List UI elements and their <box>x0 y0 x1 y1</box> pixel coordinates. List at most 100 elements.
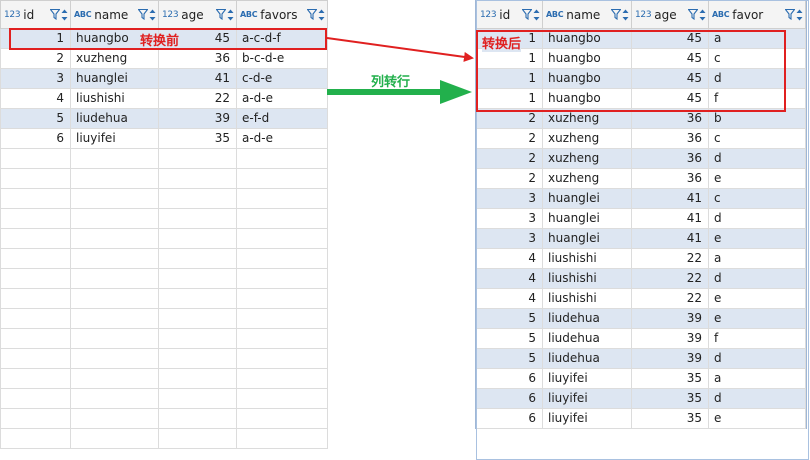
cell-name[interactable]: liuyifei <box>70 128 159 149</box>
column-header-name[interactable]: ABC name <box>542 0 632 29</box>
filter-icon[interactable] <box>138 9 148 20</box>
cell-id[interactable]: 3 <box>476 188 543 209</box>
cell-favor[interactable]: d <box>708 268 806 289</box>
column-header-id[interactable]: 123 id <box>476 0 543 29</box>
filter-icon[interactable] <box>307 9 317 20</box>
cell-name[interactable]: huanglei <box>542 228 632 249</box>
cell-name[interactable]: xuzheng <box>542 108 632 129</box>
cell-age[interactable]: 35 <box>631 388 709 409</box>
cell-favor[interactable]: d <box>708 148 806 169</box>
table-row[interactable]: 4 liushishi 22 a <box>476 248 806 269</box>
table-row[interactable]: 2 xuzheng 36 b <box>476 108 806 129</box>
cell-age[interactable]: 39 <box>631 328 709 349</box>
cell-age[interactable]: 41 <box>631 208 709 229</box>
cell-favors[interactable]: a-d-e <box>236 88 328 109</box>
cell-id[interactable]: 5 <box>476 328 543 349</box>
cell-favor[interactable]: d <box>708 208 806 229</box>
cell-id[interactable]: 3 <box>0 68 71 89</box>
cell-age[interactable]: 45 <box>631 48 709 69</box>
filter-icon[interactable] <box>50 9 60 20</box>
table-row[interactable]: 1 huangbo 45 d <box>476 68 806 89</box>
cell-name[interactable]: huanglei <box>542 208 632 229</box>
sort-icon[interactable] <box>622 9 629 21</box>
sort-icon[interactable] <box>699 9 706 21</box>
table-row[interactable]: 1 huangbo 45 a <box>476 28 806 49</box>
table-row[interactable]: 3 huanglei 41 c <box>476 188 806 209</box>
cell-id[interactable]: 5 <box>476 348 543 369</box>
cell-favor[interactable]: e <box>708 408 806 429</box>
cell-id[interactable]: 3 <box>476 208 543 229</box>
cell-age[interactable]: 22 <box>631 288 709 309</box>
cell-id[interactable]: 6 <box>0 128 71 149</box>
cell-name[interactable]: liudehua <box>542 308 632 329</box>
cell-favors[interactable]: b-c-d-e <box>236 48 328 69</box>
sort-icon[interactable] <box>533 9 540 21</box>
cell-id[interactable]: 2 <box>476 108 543 129</box>
cell-name[interactable]: liuyifei <box>542 408 632 429</box>
cell-name[interactable]: liuyifei <box>542 388 632 409</box>
cell-name[interactable]: xuzheng <box>542 148 632 169</box>
column-header-id[interactable]: 123 id <box>0 0 71 29</box>
column-header-favors[interactable]: ABC favors <box>236 0 328 29</box>
cell-favor[interactable]: f <box>708 328 806 349</box>
sort-icon[interactable] <box>227 9 234 21</box>
table-row[interactable]: 5 liudehua 39 e <box>476 308 806 329</box>
sort-icon[interactable] <box>61 9 68 21</box>
cell-name[interactable]: huanglei <box>70 68 159 89</box>
cell-age[interactable]: 45 <box>631 28 709 49</box>
cell-id[interactable]: 1 <box>476 68 543 89</box>
cell-favor[interactable]: e <box>708 168 806 189</box>
filter-icon[interactable] <box>785 9 795 20</box>
cell-id[interactable]: 2 <box>476 148 543 169</box>
cell-name[interactable]: liushishi <box>542 248 632 269</box>
table-row[interactable]: 2 xuzheng 36 c <box>476 128 806 149</box>
filter-icon[interactable] <box>611 9 621 20</box>
cell-age[interactable]: 41 <box>158 68 237 89</box>
cell-favor[interactable]: c <box>708 128 806 149</box>
cell-age[interactable]: 36 <box>158 48 237 69</box>
cell-favor[interactable]: f <box>708 88 806 109</box>
cell-favors[interactable]: a-d-e <box>236 128 328 149</box>
cell-id[interactable]: 4 <box>476 268 543 289</box>
cell-age[interactable]: 35 <box>631 368 709 389</box>
cell-favor[interactable]: a <box>708 368 806 389</box>
table-row[interactable]: 6 liuyifei 35 d <box>476 388 806 409</box>
cell-favor[interactable]: c <box>708 48 806 69</box>
cell-age[interactable]: 41 <box>631 228 709 249</box>
table-row[interactable]: 4 liushishi 22 a-d-e <box>0 88 328 109</box>
table-row[interactable]: 4 liushishi 22 d <box>476 268 806 289</box>
cell-name[interactable]: liuyifei <box>542 368 632 389</box>
table-row[interactable]: 6 liuyifei 35 a-d-e <box>0 128 328 149</box>
cell-favors[interactable]: e-f-d <box>236 108 328 129</box>
table-row[interactable]: 4 liushishi 22 e <box>476 288 806 309</box>
sort-icon[interactable] <box>796 9 803 21</box>
table-row[interactable]: 5 liudehua 39 e-f-d <box>0 108 328 129</box>
cell-favor[interactable]: e <box>708 228 806 249</box>
column-header-age[interactable]: 123 age <box>158 0 237 29</box>
cell-age[interactable]: 39 <box>631 348 709 369</box>
cell-age[interactable]: 36 <box>631 168 709 189</box>
table-row[interactable]: 6 liuyifei 35 a <box>476 368 806 389</box>
cell-id[interactable]: 6 <box>476 408 543 429</box>
column-header-name[interactable]: ABC name <box>70 0 159 29</box>
cell-age[interactable]: 36 <box>631 128 709 149</box>
table-row[interactable]: 3 huanglei 41 e <box>476 228 806 249</box>
table-row[interactable]: 1 huangbo 45 f <box>476 88 806 109</box>
filter-icon[interactable] <box>216 9 226 20</box>
cell-age[interactable]: 35 <box>631 408 709 429</box>
cell-favor[interactable]: e <box>708 288 806 309</box>
table-row[interactable]: 2 xuzheng 36 e <box>476 168 806 189</box>
cell-id[interactable]: 2 <box>476 128 543 149</box>
cell-name[interactable]: huangbo <box>542 88 632 109</box>
cell-age[interactable]: 36 <box>631 108 709 129</box>
table-row[interactable]: 5 liudehua 39 d <box>476 348 806 369</box>
cell-id[interactable]: 4 <box>476 288 543 309</box>
cell-name[interactable]: liudehua <box>70 108 159 129</box>
cell-age[interactable]: 22 <box>158 88 237 109</box>
cell-age[interactable]: 22 <box>631 268 709 289</box>
cell-age[interactable]: 45 <box>631 68 709 89</box>
cell-id[interactable]: 5 <box>0 108 71 129</box>
cell-id[interactable]: 4 <box>476 248 543 269</box>
cell-id[interactable]: 2 <box>0 48 71 69</box>
cell-id[interactable]: 5 <box>476 308 543 329</box>
